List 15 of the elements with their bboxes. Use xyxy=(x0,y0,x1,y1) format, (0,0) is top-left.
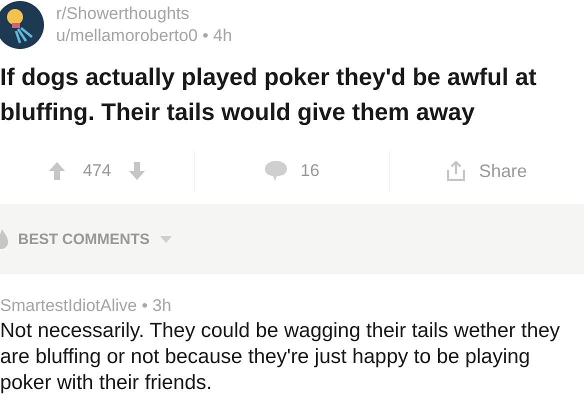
sort-dropdown[interactable]: BEST COMMENTS xyxy=(0,229,172,249)
vote-score: 474 xyxy=(82,161,112,181)
downvote-icon[interactable] xyxy=(129,162,146,180)
post-byline: u/mellamoroberto0 • 4h xyxy=(56,25,232,47)
share-button[interactable]: Share xyxy=(446,160,528,182)
comment-text: Not necessarily. They could be wagging their tails wether they are bluffing or not because they're just happy to be playing poker with their friends. xyxy=(0,318,561,396)
subreddit-link[interactable]: r/Showerthoughts xyxy=(56,3,232,25)
subreddit-avatar-icon[interactable] xyxy=(0,1,44,49)
comment-byline: SmartestIdiotAlive • 3h xyxy=(0,295,172,317)
upvote-icon[interactable] xyxy=(48,162,65,180)
caret-icon xyxy=(160,236,172,242)
comment-count: 16 xyxy=(300,161,320,181)
comment-bubble-icon[interactable] xyxy=(264,161,287,181)
post-title: If dogs actually played poker they'd be awful at bluffing. Their tails would give them away xyxy=(0,63,538,128)
share-icon xyxy=(446,161,465,181)
